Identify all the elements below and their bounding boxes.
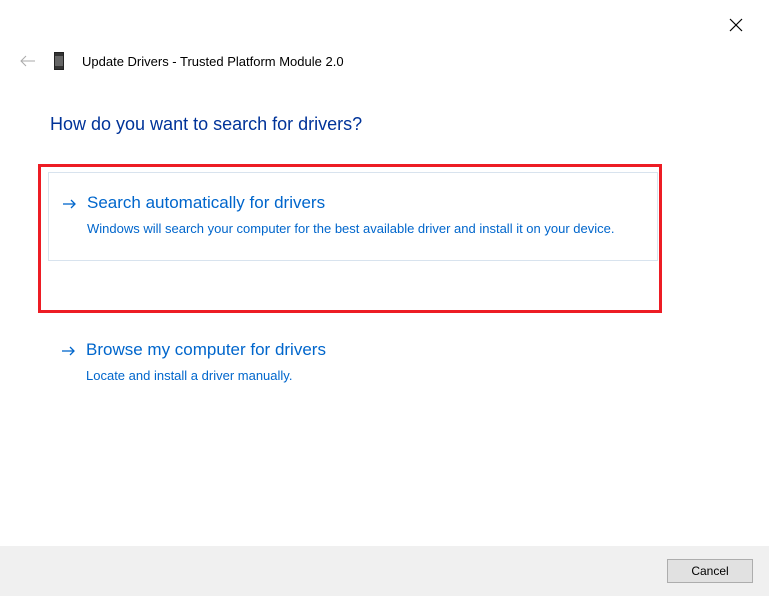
arrow-right-icon [62,344,76,362]
option-title: Search automatically for drivers [87,191,643,215]
arrow-right-icon [63,197,77,215]
option-browse-computer[interactable]: Browse my computer for drivers Locate an… [48,320,658,407]
main-question: How do you want to search for drivers? [50,114,362,135]
close-button[interactable] [727,16,745,34]
cancel-button-label: Cancel [691,564,728,578]
option-description: Locate and install a driver manually. [86,366,644,386]
close-icon [729,18,743,32]
option-description: Windows will search your computer for th… [87,219,643,239]
cancel-button[interactable]: Cancel [667,559,753,583]
dialog-header: Update Drivers - Trusted Platform Module… [20,52,344,70]
option-title: Browse my computer for drivers [86,338,644,362]
back-arrow-icon [20,55,36,67]
dialog-footer: Cancel [0,546,769,596]
dialog-title: Update Drivers - Trusted Platform Module… [82,54,344,69]
option-search-automatically[interactable]: Search automatically for drivers Windows… [48,172,658,261]
back-button[interactable] [20,55,36,67]
device-chip-icon [54,52,64,70]
